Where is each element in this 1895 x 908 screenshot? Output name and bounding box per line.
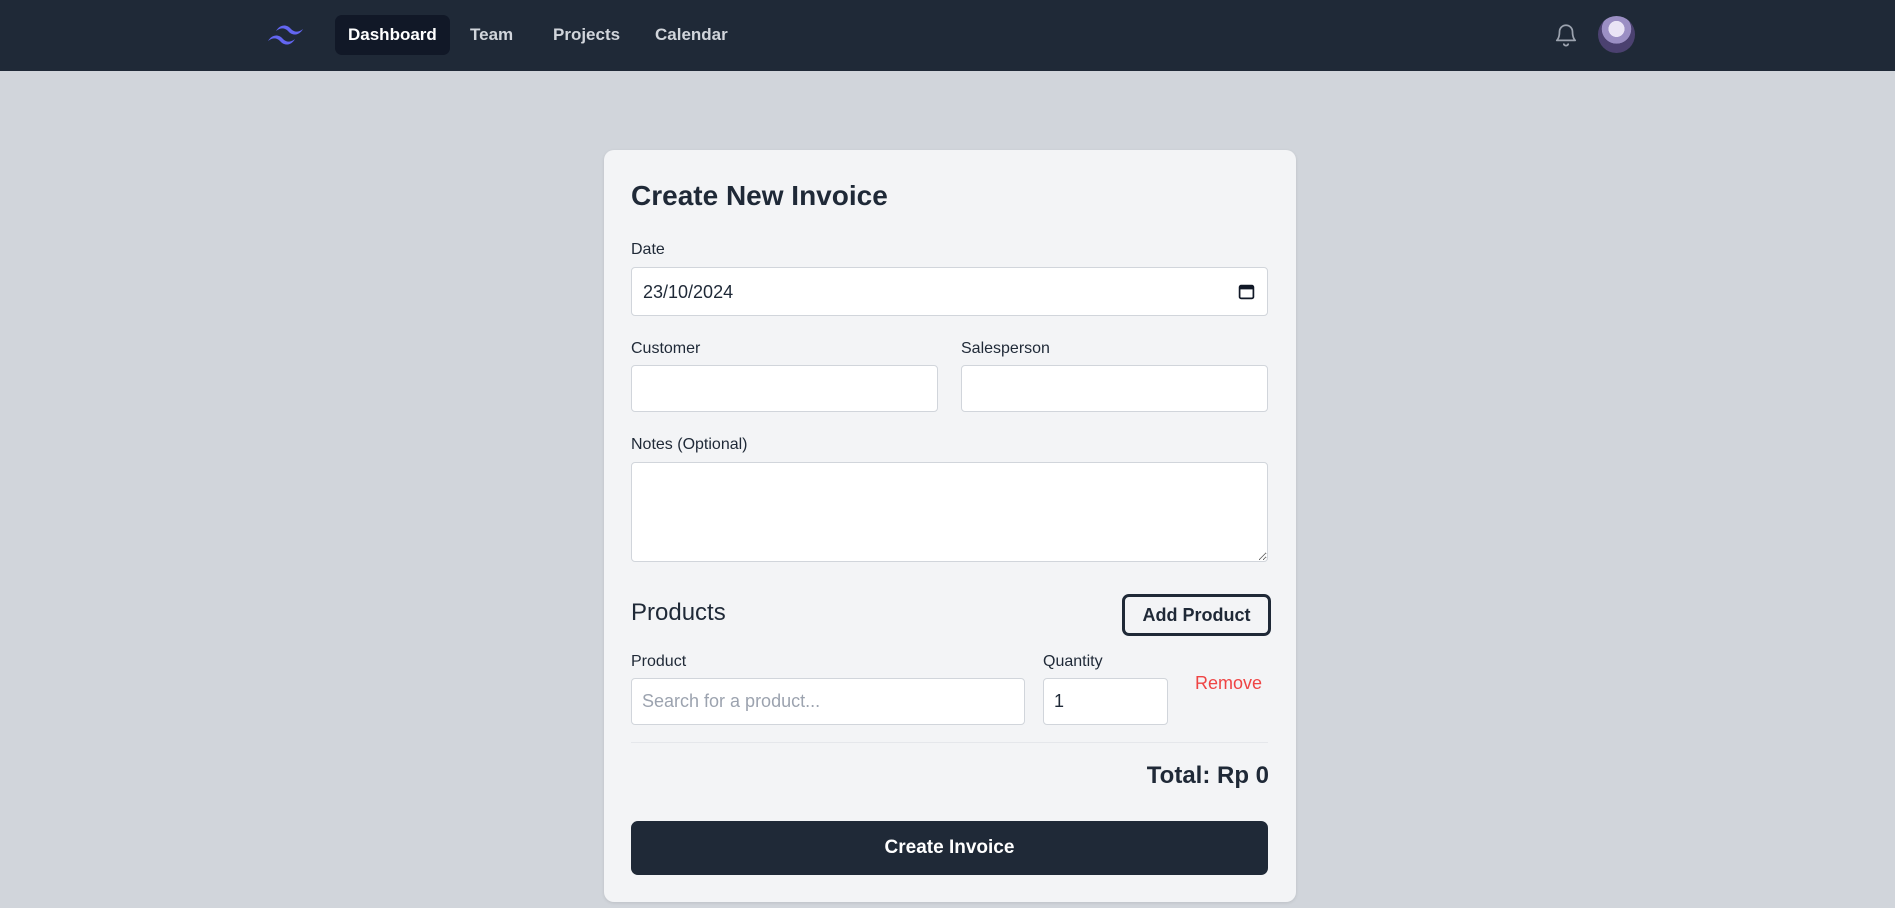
top-navbar: Dashboard Team Projects Calendar: [0, 0, 1895, 71]
salesperson-field[interactable]: [961, 365, 1268, 412]
create-invoice-button[interactable]: Create Invoice: [631, 821, 1268, 875]
remove-product-button[interactable]: Remove: [1195, 673, 1262, 694]
divider: [631, 742, 1268, 743]
page-title: Create New Invoice: [631, 180, 888, 211]
product-search-input[interactable]: [631, 678, 1025, 725]
customer-field[interactable]: [631, 365, 938, 412]
invoice-form-card: Create New Invoice Date 23/10/2024 Custo…: [604, 150, 1296, 902]
products-heading: Products: [631, 599, 726, 626]
customer-label: Customer: [631, 340, 701, 357]
add-product-button[interactable]: Add Product: [1122, 594, 1271, 636]
quantity-label: Quantity: [1043, 653, 1103, 670]
nav-item-dashboard[interactable]: Dashboard: [335, 15, 450, 55]
bell-icon[interactable]: [1553, 22, 1579, 48]
notes-label: Notes (Optional): [631, 436, 748, 453]
product-label: Product: [631, 653, 687, 670]
nav-item-calendar[interactable]: Calendar: [642, 15, 741, 55]
date-value: 23/10/2024: [643, 282, 734, 302]
nav-item-projects[interactable]: Projects: [540, 15, 633, 55]
invoice-total: Total: Rp 0: [1146, 762, 1269, 789]
calendar-icon[interactable]: [1238, 283, 1255, 300]
nav-item-team[interactable]: Team: [457, 15, 526, 55]
notes-field[interactable]: [631, 462, 1268, 562]
date-label: Date: [631, 241, 665, 258]
salesperson-label: Salesperson: [961, 340, 1050, 357]
avatar[interactable]: [1598, 16, 1635, 53]
tailwind-logo-icon[interactable]: [265, 21, 307, 49]
date-field[interactable]: 23/10/2024: [631, 267, 1268, 316]
quantity-input[interactable]: [1043, 678, 1168, 725]
